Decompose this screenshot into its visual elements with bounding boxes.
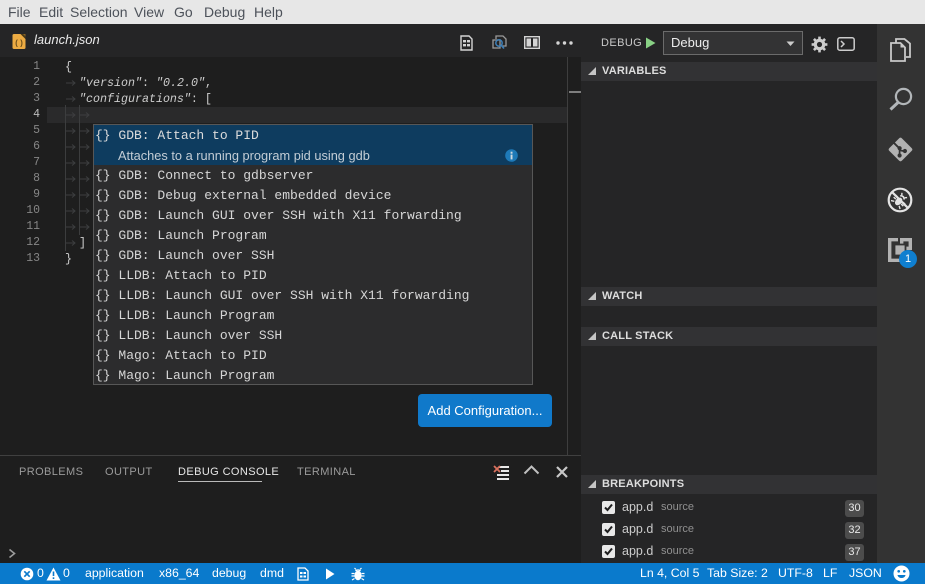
svg-text:(): () <box>14 40 24 49</box>
